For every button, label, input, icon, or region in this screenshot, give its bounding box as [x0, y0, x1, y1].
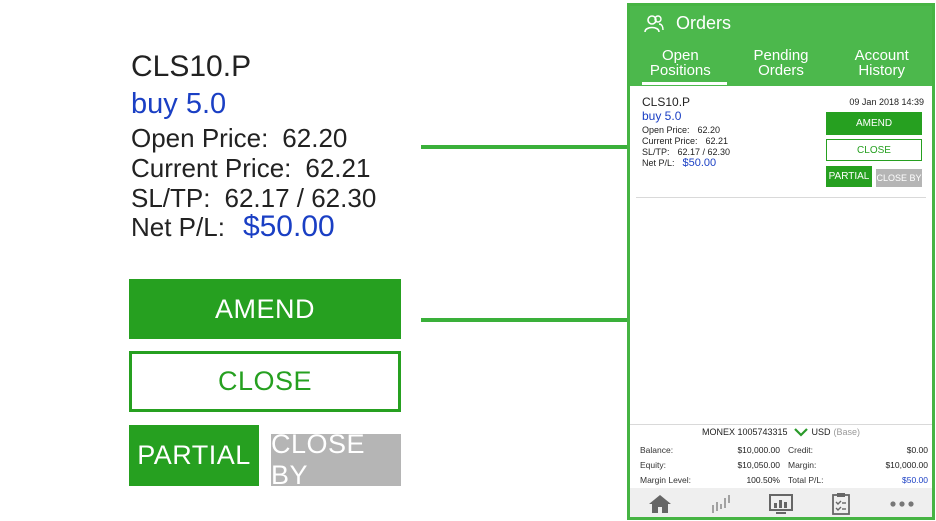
callout-connector-line: [421, 145, 635, 149]
amend-button[interactable]: AMEND: [826, 112, 922, 135]
position-side: buy 5.0: [642, 109, 682, 123]
equity-row: Equity: $10,050.00: [640, 460, 780, 470]
app-header: Orders Open Positions Pending Orders Acc…: [630, 6, 932, 86]
account-name: MONEX 1005743315: [701, 427, 788, 437]
close-by-button[interactable]: CLOSE BY: [271, 429, 401, 490]
position-side: buy 5.0: [131, 88, 227, 120]
open-price-label: Open Price:: [131, 123, 269, 153]
margin-row: Margin: $10,000.00: [788, 460, 928, 470]
net-pl-value: $50.00: [242, 210, 335, 243]
bottom-nav: [630, 488, 932, 517]
margin-level-row: Margin Level: 100.50%: [640, 475, 780, 485]
sltp-row: SL/TP: 62.17 / 62.30: [642, 147, 731, 157]
tab-open-positions[interactable]: Open Positions: [630, 46, 731, 86]
tab-account-history[interactable]: Account History: [831, 46, 932, 86]
close-by-button[interactable]: CLOSE BY: [876, 169, 922, 187]
current-price-row: Current Price: 62.21: [131, 153, 370, 184]
nav-monitor[interactable]: [765, 491, 797, 517]
position-symbol: CLS10.P: [642, 95, 691, 109]
current-price-value: 62.21: [305, 153, 371, 183]
zoomed-position-callout: CLS10.P buy 5.0 Open Price: 62.20 Current…: [0, 0, 420, 521]
close-button[interactable]: CLOSE: [129, 351, 401, 412]
position-date: 09 Jan 2018 14:39: [849, 97, 924, 107]
chevron-down-icon[interactable]: [793, 427, 808, 437]
account-currency: USD: [811, 427, 831, 437]
home-icon: [649, 495, 672, 513]
close-button[interactable]: CLOSE: [826, 139, 922, 161]
chart-icon: [711, 495, 730, 513]
nav-orders[interactable]: [825, 491, 857, 517]
partial-button[interactable]: PARTIAL: [129, 425, 259, 486]
monitor-icon: [768, 494, 793, 514]
sltp-label: SL/TP:: [131, 183, 211, 213]
balance-row: Balance: $10,000.00: [640, 445, 780, 455]
nav-more[interactable]: [886, 491, 918, 517]
current-price-label: Current Price:: [131, 153, 292, 183]
position-symbol: CLS10.P: [131, 50, 252, 83]
amend-button[interactable]: AMEND: [129, 279, 401, 339]
credit-row: Credit: $0.00: [788, 445, 928, 455]
account-selector[interactable]: MONEX 1005743315 USD (Base): [630, 427, 932, 437]
net-pl-row: Net P/L: $50.00: [642, 157, 717, 169]
tab-pending-orders[interactable]: Pending Orders: [731, 46, 832, 86]
phone-screen: Orders Open Positions Pending Orders Acc…: [627, 3, 935, 520]
open-price-value: 62.20: [282, 123, 348, 153]
total-pl-row: Total P/L: $50.00: [788, 475, 928, 485]
account-currency-note: (Base): [833, 427, 861, 437]
nav-home[interactable]: [644, 491, 676, 517]
current-price-row: Current Price: 62.21: [642, 136, 729, 146]
tab-bar: Open Positions Pending Orders Account Hi…: [630, 46, 932, 86]
net-pl-row: Net P/L: $50.00: [131, 210, 335, 244]
users-icon: [644, 14, 664, 32]
page-title: Orders: [676, 13, 732, 33]
clipboard-icon: [832, 493, 851, 515]
net-pl-label: Net P/L:: [131, 212, 225, 242]
account-summary: MONEX 1005743315 USD (Base) Balance: $10,…: [630, 424, 932, 488]
open-price-row: Open Price: 62.20: [642, 125, 721, 135]
sltp-value: 62.17 / 62.30: [224, 183, 377, 213]
position-card: CLS10.P 09 Jan 2018 14:39 buy 5.0 Open P…: [636, 90, 926, 198]
more-icon: [890, 501, 914, 507]
partial-button[interactable]: PARTIAL: [826, 166, 872, 187]
open-price-row: Open Price: 62.20: [131, 123, 347, 154]
nav-chart[interactable]: [705, 491, 737, 517]
